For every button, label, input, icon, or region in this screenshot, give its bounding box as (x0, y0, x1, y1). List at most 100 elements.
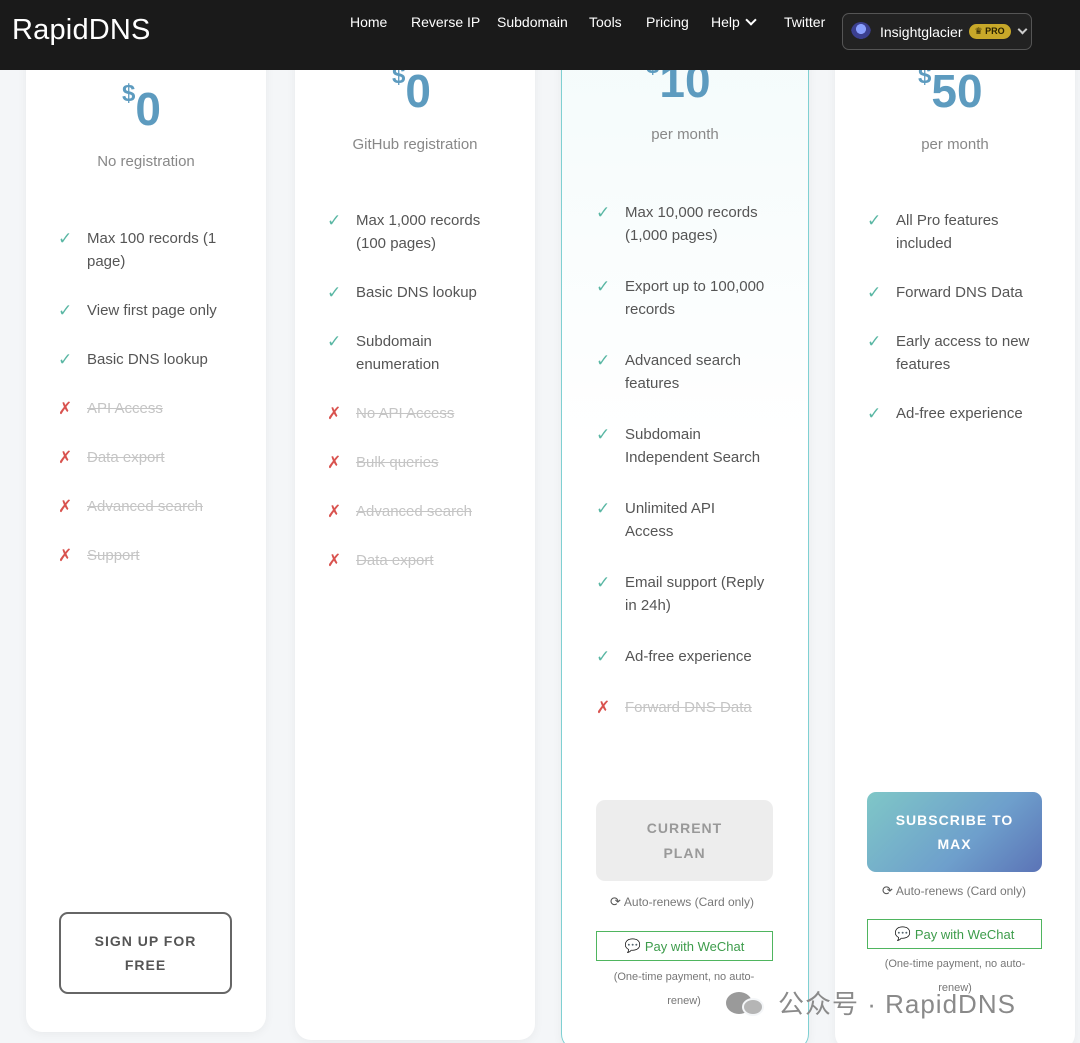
check-icon: ✓ (596, 425, 611, 444)
check-icon: ✓ (596, 573, 611, 592)
feature-text: Export up to 100,000 records (625, 278, 765, 318)
wechat-watermark: 公众号 · RapidDNS (726, 984, 1016, 1021)
feature-text: Subdomain Independent Search (625, 426, 761, 466)
plan-price-anonymous: $0 (122, 80, 161, 136)
feature-text: Forward DNS Data (625, 699, 752, 716)
username: Insightglacier (880, 23, 963, 40)
feature-text: Ad-free experience (896, 405, 1023, 422)
wechat-logo-icon (726, 988, 766, 1018)
price-amount: 50 (931, 65, 983, 117)
check-icon: ✓ (867, 283, 882, 302)
check-icon: ✓ (596, 351, 611, 370)
nav-twitter[interactable]: Twitter (784, 14, 825, 30)
current-plan-button[interactable]: CURRENT PLAN (596, 800, 773, 881)
plan-period-free: GitHub registration (352, 136, 478, 153)
check-icon: ✓ (596, 647, 611, 666)
pro-badge: ♛ PRO (968, 24, 1011, 39)
feature-text: Basic DNS lookup (356, 284, 477, 301)
pro-badge-label: PRO (985, 26, 1005, 36)
feature-text: Bulk queries (356, 454, 439, 471)
feature-text: API Access (87, 400, 163, 417)
auto-renew-text: Auto-renews (Card only) (623, 895, 754, 909)
auto-renew-note: ⟳ Auto-renews (Card only) (882, 883, 1026, 899)
feature-text: Support (87, 547, 140, 564)
plan-price-free: $0 (392, 62, 431, 118)
feature-text: Advanced search (356, 503, 472, 520)
crown-icon: ♛ (974, 26, 983, 36)
check-icon: ✓ (596, 277, 611, 296)
feature-text: All Pro features included (896, 212, 999, 252)
wechat-icon: 💬 (894, 926, 911, 941)
feature-text: Early access to new features (896, 333, 1030, 373)
cross-icon: ✗ (58, 399, 73, 418)
feature-text: Advanced search (87, 498, 203, 515)
cross-icon: ✗ (327, 404, 342, 423)
check-icon: ✓ (327, 211, 342, 230)
cross-icon: ✗ (327, 551, 342, 570)
cross-icon: ✗ (58, 546, 73, 565)
nav-pricing[interactable]: Pricing (646, 14, 689, 30)
check-icon: ✓ (867, 404, 882, 423)
currency-symbol: $ (122, 80, 136, 107)
plan-card-anonymous (26, 40, 266, 1032)
check-icon: ✓ (327, 283, 342, 302)
check-icon: ✓ (58, 301, 73, 320)
feature-text: Max 100 records (1 page) (87, 230, 217, 270)
feature-text: Email support (Reply in 24h) (625, 574, 765, 614)
check-icon: ✓ (327, 332, 342, 351)
price-amount: 0 (135, 83, 161, 135)
nav-home[interactable]: Home (350, 14, 387, 30)
feature-text: Ad-free experience (625, 648, 752, 665)
cross-icon: ✗ (58, 448, 73, 467)
check-icon: ✓ (867, 332, 882, 351)
brand-logo[interactable]: RapidDNS (12, 14, 151, 47)
cross-icon: ✗ (327, 453, 342, 472)
nav-help-label: Help (711, 14, 740, 30)
watermark-text: 公众号 · RapidDNS (778, 989, 1016, 1019)
check-icon: ✓ (58, 350, 73, 369)
feature-text: Max 10,000 records (1,000 pages) (625, 204, 758, 244)
feature-text: Data export (356, 552, 434, 569)
check-icon: ✓ (58, 229, 73, 248)
nav-help-dropdown[interactable]: Help (711, 14, 757, 30)
check-icon: ✓ (596, 203, 611, 222)
feature-text: View first page only (87, 302, 217, 319)
subscribe-to-max-button[interactable]: SUBSCRIBE TO MAX (867, 792, 1042, 872)
plan-card-free (295, 40, 535, 1040)
feature-text: Subdomain enumeration (356, 333, 440, 373)
plan-price-max: $50 (918, 62, 983, 118)
feature-text: Max 1,000 records (100 pages) (356, 212, 481, 252)
price-amount: 0 (405, 65, 431, 117)
feature-text: Advanced search features (625, 352, 741, 392)
check-icon: ✓ (596, 499, 611, 518)
auto-renew-text: Auto-renews (Card only) (895, 884, 1026, 898)
avatar (851, 21, 871, 42)
cross-icon: ✗ (596, 698, 611, 717)
pay-with-wechat-button[interactable]: 💬 Pay with WeChat (596, 931, 773, 961)
refresh-icon: ⟳ (610, 894, 621, 909)
check-icon: ✓ (867, 211, 882, 230)
plan-period-max: per month (921, 136, 989, 153)
cross-icon: ✗ (327, 502, 342, 521)
sign-up-free-button[interactable]: SIGN UP FOR FREE (59, 912, 232, 994)
nav-subdomain[interactable]: Subdomain (497, 14, 568, 30)
nav-tools[interactable]: Tools (589, 14, 622, 30)
wechat-label: Pay with WeChat (644, 938, 745, 954)
feature-text: Data export (87, 449, 165, 466)
plan-period-pro: per month (651, 126, 719, 143)
pay-with-wechat-button[interactable]: 💬 Pay with WeChat (867, 919, 1042, 949)
feature-text: No API Access (356, 405, 455, 422)
user-menu-button[interactable]: Insightglacier ♛ PRO (842, 13, 1032, 50)
plan-period-anonymous: No registration (97, 153, 195, 170)
refresh-icon: ⟳ (882, 883, 893, 898)
chevron-down-icon (745, 14, 757, 26)
auto-renew-note: ⟳ Auto-renews (Card only) (610, 894, 754, 910)
feature-text: Basic DNS lookup (87, 351, 208, 368)
cross-icon: ✗ (58, 497, 73, 516)
wechat-icon: 💬 (624, 938, 641, 953)
top-navbar: RapidDNS Home Reverse IP Subdomain Tools… (0, 0, 1080, 70)
feature-text: Forward DNS Data (896, 284, 1023, 301)
nav-reverse-ip[interactable]: Reverse IP (411, 14, 480, 30)
feature-text: Unlimited API Access (625, 500, 716, 540)
wechat-label: Pay with WeChat (914, 926, 1015, 942)
